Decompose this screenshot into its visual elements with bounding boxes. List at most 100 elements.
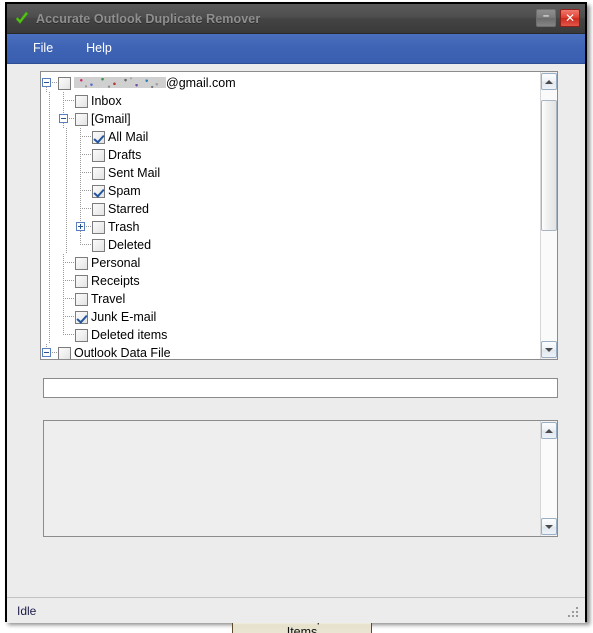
- tree-node[interactable]: Receipts: [41, 272, 540, 290]
- tree-checkbox[interactable]: [92, 220, 105, 234]
- tree-checkbox[interactable]: [75, 256, 88, 270]
- tree-scroll-up-icon[interactable]: [541, 73, 557, 90]
- tree-checkbox[interactable]: [58, 346, 71, 359]
- expander-box: [76, 222, 85, 231]
- tree-connector: [75, 200, 92, 218]
- log-output-text: [44, 421, 540, 536]
- tree-checkbox[interactable]: [75, 328, 88, 342]
- tree-node[interactable]: @gmail.com: [41, 74, 540, 92]
- collapse-icon[interactable]: [41, 74, 58, 92]
- tree-checkbox[interactable]: [75, 274, 88, 288]
- window-controls: – ✕: [536, 9, 580, 27]
- tree-checkbox-checked[interactable]: [92, 130, 105, 144]
- folder-tree-panel[interactable]: @gmail.com Inbox [Gmail] All Mail Drafts Sent…: [40, 71, 558, 360]
- status-text: Idle: [17, 603, 37, 618]
- tree-checkbox-checked[interactable]: [92, 184, 105, 198]
- tree-indent-guide: [58, 218, 75, 236]
- tree-checkbox[interactable]: [92, 202, 105, 216]
- window-title: Accurate Outlook Duplicate Remover: [36, 11, 261, 26]
- close-button[interactable]: ✕: [560, 9, 580, 27]
- tree-indent-guide: [41, 128, 58, 146]
- tree-node[interactable]: Outlook Data File: [41, 344, 540, 359]
- collapse-icon[interactable]: [58, 110, 75, 128]
- progress-field[interactable]: [43, 378, 558, 398]
- tree-checkbox[interactable]: [92, 166, 105, 180]
- tree-node[interactable]: Deleted items: [41, 326, 540, 344]
- tree-scroll-thumb[interactable]: [541, 100, 557, 231]
- tree-indent-guide: [41, 146, 58, 164]
- tree-indent-guide: [41, 236, 58, 254]
- tree-scrollbar[interactable]: [540, 72, 557, 359]
- tree-indent-guide: [41, 290, 58, 308]
- tree-node[interactable]: All Mail: [41, 128, 540, 146]
- tree-connector: [75, 236, 92, 254]
- tree-node[interactable]: Travel: [41, 290, 540, 308]
- tree-node-label: Trash: [108, 220, 140, 234]
- tree-indent-guide: [41, 182, 58, 200]
- tree-node-label: @gmail.com: [74, 76, 236, 90]
- log-scroll-up-icon[interactable]: [541, 422, 557, 439]
- collapse-icon[interactable]: [41, 344, 58, 359]
- log-scroll-down-icon[interactable]: [541, 518, 557, 535]
- minimize-button[interactable]: –: [536, 9, 556, 27]
- tree-connector: [75, 146, 92, 164]
- tree-node-label: Deleted: [108, 238, 152, 252]
- tree-node[interactable]: Personal: [41, 254, 540, 272]
- menu-file[interactable]: File: [25, 38, 66, 59]
- tree-connector: [58, 92, 75, 110]
- tree-node[interactable]: Deleted: [41, 236, 540, 254]
- expander-box: [42, 78, 51, 87]
- tree-indent-guide: [41, 272, 58, 290]
- tree-node-label: [Gmail]: [91, 112, 131, 126]
- tree-checkbox[interactable]: [92, 238, 105, 252]
- expander-box: [42, 348, 51, 357]
- tree-checkbox[interactable]: [58, 76, 71, 90]
- log-scroll-track[interactable]: [541, 439, 557, 518]
- tree-node-label: Travel: [91, 292, 126, 306]
- tree-node-label: Junk E-mail: [91, 310, 157, 324]
- menu-help[interactable]: Help: [78, 38, 125, 59]
- tree-node[interactable]: Starred: [41, 200, 540, 218]
- content-area: @gmail.com Inbox [Gmail] All Mail Drafts Sent…: [7, 64, 585, 633]
- title-bar[interactable]: Accurate Outlook Duplicate Remover – ✕: [7, 4, 585, 34]
- log-scrollbar[interactable]: [540, 421, 557, 536]
- folder-tree[interactable]: @gmail.com Inbox [Gmail] All Mail Drafts Sent…: [41, 72, 540, 359]
- tree-indent-guide: [58, 164, 75, 182]
- tree-indent-guide: [41, 200, 58, 218]
- tree-scroll-down-icon[interactable]: [541, 341, 557, 358]
- tree-node-label: Inbox: [91, 94, 122, 108]
- tree-node[interactable]: Sent Mail: [41, 164, 540, 182]
- tree-indent-guide: [41, 110, 58, 128]
- tree-indent-guide: [58, 200, 75, 218]
- tree-indent-guide: [41, 164, 58, 182]
- tree-node[interactable]: Spam: [41, 182, 540, 200]
- tree-checkbox-checked[interactable]: [75, 310, 88, 324]
- menu-bar: File Help: [7, 34, 585, 64]
- tree-node[interactable]: Trash: [41, 218, 540, 236]
- tree-checkbox[interactable]: [75, 112, 88, 126]
- tree-node[interactable]: Inbox: [41, 92, 540, 110]
- redacted-email-prefix: [74, 77, 166, 88]
- tree-indent-guide: [58, 128, 75, 146]
- tree-node[interactable]: [Gmail]: [41, 110, 540, 128]
- resize-grip[interactable]: [568, 607, 580, 619]
- tree-node-label: Personal: [91, 256, 141, 270]
- tree-checkbox[interactable]: [75, 94, 88, 108]
- tree-connector: [58, 308, 75, 326]
- application-window: Accurate Outlook Duplicate Remover – ✕ F…: [0, 0, 593, 633]
- expander-box: [59, 114, 68, 123]
- window-frame: Accurate Outlook Duplicate Remover – ✕ F…: [5, 2, 587, 633]
- tree-connector: [75, 164, 92, 182]
- log-output[interactable]: [43, 420, 558, 537]
- tree-node[interactable]: Junk E-mail: [41, 308, 540, 326]
- expand-icon[interactable]: [75, 218, 92, 236]
- tree-connector: [58, 272, 75, 290]
- tree-node-label: Drafts: [108, 148, 142, 162]
- tree-checkbox[interactable]: [92, 148, 105, 162]
- tree-connector: [58, 290, 75, 308]
- tree-node-label: Starred: [108, 202, 149, 216]
- tree-node-label: Receipts: [91, 274, 140, 288]
- tree-node[interactable]: Drafts: [41, 146, 540, 164]
- tree-connector: [58, 326, 75, 344]
- tree-checkbox[interactable]: [75, 292, 88, 306]
